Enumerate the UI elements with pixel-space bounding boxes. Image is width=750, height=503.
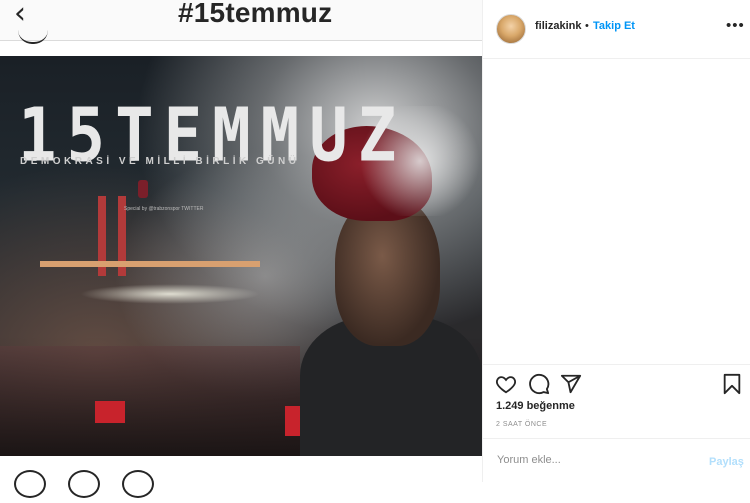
send-icon[interactable] bbox=[560, 373, 582, 395]
bridge-deck bbox=[40, 261, 260, 267]
separator-dot: • bbox=[585, 20, 589, 32]
likes-count[interactable]: 1.249 beğenme bbox=[496, 400, 575, 412]
comment-box: Paylaş bbox=[483, 438, 750, 483]
follow-button[interactable]: Takip Et bbox=[593, 20, 635, 32]
hashtag-title: #15temmuz bbox=[178, 0, 333, 28]
heart-icon[interactable] bbox=[495, 373, 517, 395]
background-header: ‹ #15temmuz bbox=[0, 0, 482, 44]
post-side-panel: filizakink • Takip Et ••• 1.249 beğenme … bbox=[482, 0, 750, 482]
send-icon bbox=[122, 470, 154, 498]
image-credit: Special by @trabzonspor TWITTER bbox=[124, 206, 204, 212]
image-subtitle: DEMOKRASİ VE MİLLİ BİRLİK GÜNÜ bbox=[20, 156, 300, 167]
action-bar bbox=[483, 364, 750, 401]
post-header: filizakink • Takip Et ••• bbox=[483, 0, 750, 59]
background-avatar bbox=[18, 30, 48, 44]
share-button[interactable]: Paylaş bbox=[709, 456, 744, 468]
crowd bbox=[0, 346, 300, 456]
club-crest-icon bbox=[138, 180, 148, 198]
comment-icon[interactable] bbox=[528, 373, 550, 395]
post-image: 15TEMMUZ DEMOKRASİ VE MİLLİ BİRLİK GÜNÜ … bbox=[0, 56, 482, 456]
city-lights bbox=[80, 284, 260, 304]
bookmark-icon[interactable] bbox=[721, 373, 743, 395]
comment-icon bbox=[68, 470, 100, 498]
background-action-icons bbox=[14, 470, 176, 503]
back-arrow-icon[interactable]: ‹ bbox=[14, 0, 26, 31]
username-link[interactable]: filizakink bbox=[535, 20, 581, 32]
post-timestamp[interactable]: 2 SAAT ÖNCE bbox=[496, 421, 547, 428]
heart-icon bbox=[14, 470, 46, 498]
turkish-flag bbox=[95, 401, 125, 423]
more-options-icon[interactable]: ••• bbox=[726, 17, 745, 34]
comment-input[interactable] bbox=[495, 453, 699, 467]
avatar[interactable] bbox=[496, 14, 526, 44]
